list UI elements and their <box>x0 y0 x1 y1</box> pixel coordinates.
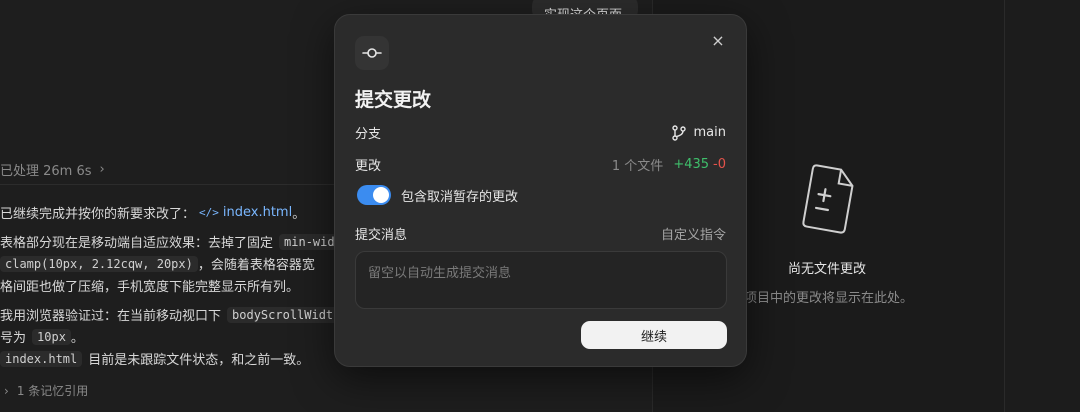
custom-instructions-link[interactable]: 自定义指令 <box>661 224 726 243</box>
chevron-right-icon: › <box>99 162 105 177</box>
additions-count: +435 <box>673 157 710 172</box>
empty-state-title: 尚无文件更改 <box>788 262 867 277</box>
files-count: 1 个文件 <box>611 159 664 174</box>
right-rail <box>1004 0 1080 412</box>
branch-name: main <box>693 125 726 140</box>
message-text: 表格部分现在是移动端自适应效果：去掉了固定 <box>0 236 274 251</box>
message-line: clamp(10px, 2.12cqw, 20px) ，会随着表格容器宽 <box>0 254 315 273</box>
include-unstaged-row: 包含取消暂存的更改 <box>357 185 518 205</box>
message-text: 我用浏览器验证过：在当前移动视口下 <box>0 309 222 324</box>
processed-time: 已处理 26m 6s <box>0 164 92 179</box>
message-line: 表格部分现在是移动端自适应效果：去掉了固定 min-width <box>0 232 355 251</box>
dialog-title: 提交更改 <box>355 89 432 111</box>
changes-row: 更改 1 个文件 +435 -0 <box>355 155 726 174</box>
branch-row: 分支 main <box>355 123 726 142</box>
include-unstaged-label: 包含取消暂存的更改 <box>401 189 519 205</box>
commit-message-label: 提交消息 <box>355 228 408 243</box>
inline-code: 10px <box>32 328 71 345</box>
branch-value: main <box>671 124 726 141</box>
memory-reference-label: 1 条记忆引用 <box>16 384 89 398</box>
file-diff-icon <box>802 164 854 234</box>
processed-summary[interactable]: 已处理 26m 6s › <box>0 160 105 179</box>
changes-label: 更改 <box>355 159 382 174</box>
commit-dialog: × 提交更改 分支 main 更改 1 个文件 +435 -0 包含取消暂存的更… <box>334 14 747 367</box>
message-line: index.html 目前是未跟踪文件状态，和之前一致。 <box>0 349 309 368</box>
message-text: 格间距也做了压缩，手机宽度下能完整显示所有列。 <box>0 280 300 295</box>
changes-summary: 1 个文件 +435 -0 <box>612 155 726 174</box>
memory-reference[interactable]: › 1 条记忆引用 <box>4 382 88 399</box>
continue-button[interactable]: 继续 <box>581 321 727 349</box>
git-branch-icon <box>671 124 686 141</box>
chevron-right-icon: › <box>4 383 9 398</box>
file-link[interactable]: index.html <box>223 205 292 220</box>
close-icon[interactable]: × <box>710 33 726 49</box>
commit-message-input[interactable] <box>355 251 727 309</box>
message-line: 格间距也做了压缩，手机宽度下能完整显示所有列。 <box>0 276 299 295</box>
message-text: 已继续完成并按你的新要求改了： <box>0 207 196 222</box>
message-text: 。 <box>70 331 84 346</box>
inline-code: clamp(10px, 2.12cqw, 20px) <box>0 255 198 272</box>
include-unstaged-toggle[interactable] <box>357 185 391 205</box>
message-text: 目前是未跟踪文件状态，和之前一致。 <box>88 353 310 368</box>
empty-state-description: 项目中的更改将显示在此处。 <box>744 291 914 306</box>
branch-label: 分支 <box>355 127 382 142</box>
git-commit-icon <box>362 48 382 58</box>
inline-code: index.html <box>0 350 83 367</box>
commit-icon-box <box>355 36 389 70</box>
inline-code: bodyScrollWidth <box>227 306 346 323</box>
message-line: 已继续完成并按你的新要求改了： </> index.html 。 <box>0 203 305 222</box>
toggle-knob <box>373 187 389 203</box>
message-line: 号为 10px 。 <box>0 327 84 346</box>
deletions-count: -0 <box>713 157 726 172</box>
message-text: 号为 <box>0 331 27 346</box>
message-text: ，会随着表格容器宽 <box>197 258 315 273</box>
commit-message-header: 提交消息 自定义指令 <box>355 224 726 243</box>
code-file-icon: </> <box>199 206 219 219</box>
message-line: 我用浏览器验证过：在当前移动视口下 bodyScrollWidth <box>0 305 346 324</box>
message-text: 。 <box>292 207 306 222</box>
